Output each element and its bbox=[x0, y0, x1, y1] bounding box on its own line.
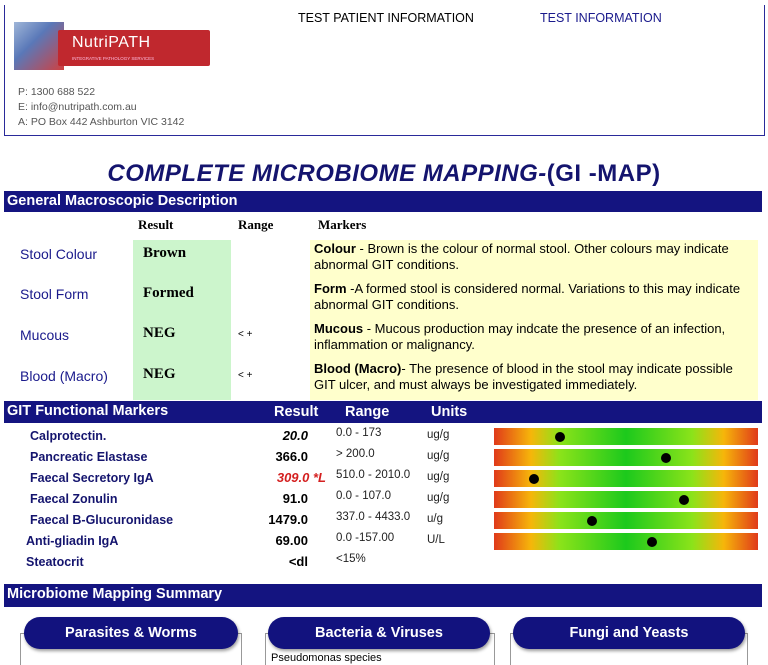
git-marker-gauge bbox=[494, 428, 758, 445]
macro-note: Colour - Brown is the colour of normal s… bbox=[314, 241, 754, 273]
dna-logo-icon bbox=[14, 22, 64, 70]
git-marker-unit: ug/g bbox=[427, 471, 450, 483]
git-col-result: Result bbox=[274, 404, 319, 420]
macro-range: < + bbox=[238, 329, 253, 340]
git-marker-unit: ug/g bbox=[427, 492, 450, 504]
git-marker-gauge bbox=[494, 512, 758, 529]
gauge-level-dot bbox=[679, 494, 690, 505]
git-marker-range: 510.0 - 2010.0 bbox=[336, 469, 411, 481]
git-marker-gauge bbox=[494, 470, 758, 487]
git-marker-name: Faecal B-Glucuronidase bbox=[30, 513, 174, 527]
git-section-title: GIT Functional Markers bbox=[7, 403, 169, 419]
git-marker-gauge bbox=[494, 449, 758, 466]
git-col-units: Units bbox=[431, 404, 468, 420]
macro-col-range: Range bbox=[238, 217, 274, 232]
macroscopic-section-header: General Macroscopic Description bbox=[4, 191, 762, 212]
logo-subtext: INTEGRATIVE PATHOLOGY SERVICES bbox=[72, 56, 155, 61]
git-marker-range: > 200.0 bbox=[336, 448, 375, 460]
git-marker-result: 366.0 bbox=[275, 449, 308, 464]
gauge-level-dot bbox=[586, 515, 597, 526]
git-marker-name: Faecal Zonulin bbox=[30, 492, 118, 506]
macro-note-title: Blood (Macro) bbox=[314, 361, 402, 376]
macro-note-title: Colour bbox=[314, 241, 356, 256]
summary-divider bbox=[4, 605, 762, 607]
git-marker-name: Steatocrit bbox=[26, 555, 84, 569]
git-marker-name: Anti-gliadin IgA bbox=[26, 534, 119, 548]
macro-label: Stool Form bbox=[20, 286, 89, 302]
git-marker-range: 337.0 - 4433.0 bbox=[336, 511, 411, 523]
git-marker-unit: U/L bbox=[427, 534, 445, 546]
macro-note-body: - Mucous production may indcate the pres… bbox=[314, 321, 726, 352]
gauge-level-dot bbox=[647, 536, 658, 547]
macro-note-title: Form bbox=[314, 281, 347, 296]
git-marker-result: 69.00 bbox=[275, 533, 308, 548]
macro-note-body: -A formed stool is considered normal. Va… bbox=[314, 281, 741, 312]
macro-label: Stool Colour bbox=[20, 246, 98, 262]
git-marker-range: 0.0 - 173 bbox=[336, 427, 382, 439]
test-info-title: TEST INFORMATION bbox=[540, 11, 662, 25]
macro-result: Brown bbox=[143, 245, 187, 261]
git-marker-unit: ug/g bbox=[427, 450, 450, 462]
gauge-level-dot bbox=[528, 473, 539, 484]
macro-label: Blood (Macro) bbox=[20, 368, 108, 384]
git-marker-unit: u/g bbox=[427, 513, 443, 525]
git-marker-gauge bbox=[494, 533, 758, 550]
bacteria-heading: Bacteria & Viruses bbox=[268, 617, 490, 649]
git-marker-result: 1479.0 bbox=[268, 512, 308, 527]
git-marker-result: 309.0 *L bbox=[276, 470, 326, 485]
macro-range: < + bbox=[238, 370, 253, 381]
macro-col-markers: Markers bbox=[318, 217, 367, 232]
git-marker-name: Faecal Secretory IgA bbox=[30, 471, 154, 485]
summary-section-header: Microbiome Mapping Summary bbox=[4, 584, 762, 605]
patient-info-title: TEST PATIENT INFORMATION bbox=[298, 11, 474, 25]
fungi-heading: Fungi and Yeasts bbox=[513, 617, 745, 649]
page-title: COMPLETE MICROBIOME MAPPING-(GI -MAP) bbox=[0, 160, 768, 188]
logo-text: NutriPATH bbox=[72, 34, 151, 51]
macro-result: NEG bbox=[143, 366, 176, 382]
bacteria-item: Pseudomonas species bbox=[271, 652, 382, 664]
macro-note: Blood (Macro)- The presence of blood in … bbox=[314, 361, 754, 393]
macro-col-result: Result bbox=[138, 217, 174, 232]
git-col-range: Range bbox=[345, 404, 390, 420]
macro-label: Mucous bbox=[20, 327, 70, 343]
contact-phone: P: 1300 688 522 bbox=[18, 86, 96, 98]
git-marker-name: Calprotectin. bbox=[30, 429, 107, 443]
macro-note: Form -A formed stool is considered norma… bbox=[314, 281, 754, 313]
gauge-level-dot bbox=[555, 431, 565, 442]
macro-note-title: Mucous bbox=[314, 321, 364, 336]
gauge-level-dot bbox=[660, 452, 671, 463]
git-marker-name: Pancreatic Elastase bbox=[30, 450, 148, 464]
contact-address: A: PO Box 442 Ashburton VIC 3142 bbox=[18, 116, 185, 128]
git-marker-result: 20.0 bbox=[282, 428, 308, 443]
git-marker-range: 0.0 -157.00 bbox=[336, 532, 395, 544]
git-marker-result: <dl bbox=[288, 554, 308, 569]
page-title-main: COMPLETE MICROBIOME MAPPING- bbox=[107, 160, 547, 187]
git-marker-range: <15% bbox=[336, 553, 366, 565]
nutripath-logo: NutriPATH INTEGRATIVE PATHOLOGY SERVICES bbox=[14, 22, 210, 70]
macro-result: NEG bbox=[143, 325, 176, 341]
git-marker-unit: ug/g bbox=[427, 429, 450, 441]
macro-note: Mucous - Mucous production may indcate t… bbox=[314, 321, 754, 353]
macro-result: Formed bbox=[143, 285, 194, 301]
macro-note-body: - Brown is the colour of normal stool. O… bbox=[314, 241, 729, 272]
git-marker-gauge bbox=[494, 491, 758, 508]
parasites-heading: Parasites & Worms bbox=[24, 617, 238, 649]
contact-email: E: info@nutripath.com.au bbox=[18, 101, 137, 113]
page-title-paren: (GI -MAP) bbox=[546, 160, 661, 187]
git-marker-result: 91.0 bbox=[282, 491, 308, 506]
git-marker-range: 0.0 - 107.0 bbox=[336, 490, 391, 502]
